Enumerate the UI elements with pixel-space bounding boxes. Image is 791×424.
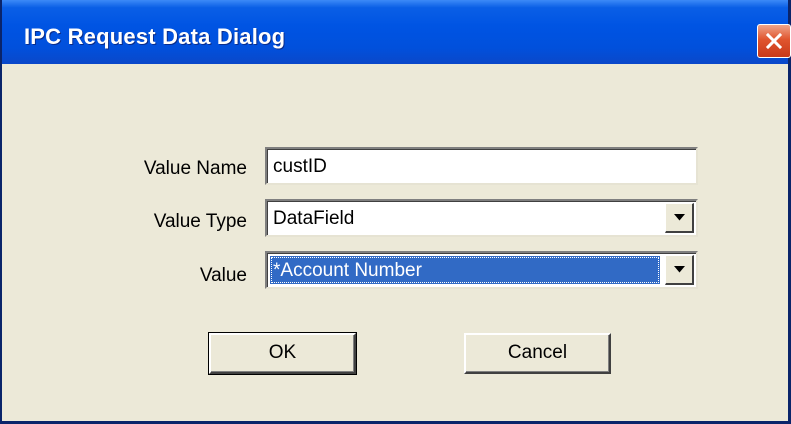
value-type-selected-text: DataField (273, 208, 355, 229)
ipc-request-data-dialog: IPC Request Data Dialog Value Name custI… (0, 0, 791, 424)
chevron-down-icon (674, 214, 685, 221)
chevron-down-icon (674, 266, 685, 273)
value-select[interactable]: *Account Number (265, 251, 698, 289)
value-label: Value (199, 265, 247, 286)
value-selected-highlight: *Account Number (270, 256, 660, 284)
title-bar[interactable]: IPC Request Data Dialog (2, 0, 788, 64)
cancel-button[interactable]: Cancel (464, 333, 611, 374)
value-selected-text: *Account Number (273, 260, 422, 281)
value-name-field[interactable]: custID (265, 147, 698, 185)
value-type-label: Value Type (153, 211, 247, 232)
value-type-select[interactable]: DataField (265, 199, 698, 237)
dialog-title: IPC Request Data Dialog (24, 24, 286, 49)
close-icon (765, 32, 783, 50)
value-name-label: Value Name (143, 158, 247, 179)
value-type-dropdown-button[interactable] (665, 203, 694, 233)
value-dropdown-button[interactable] (665, 255, 694, 285)
ok-button[interactable]: OK (208, 332, 357, 375)
close-button[interactable] (757, 24, 791, 58)
value-name-text: custID (273, 156, 327, 177)
